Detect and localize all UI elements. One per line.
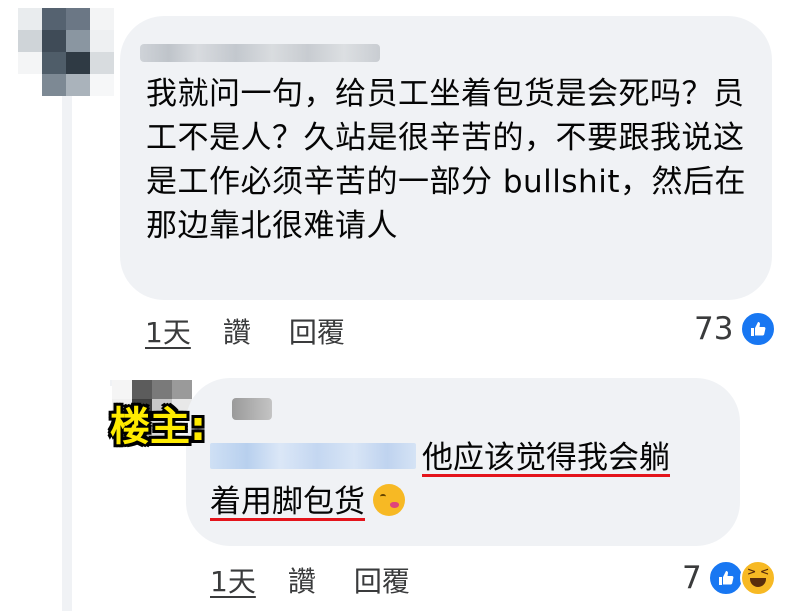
reply-like-button[interactable]: 讚 (288, 560, 316, 600)
comment-text: 我就问一句，给员工坐着包货是会死吗？员工不是人？久站是很辛苦的，不要跟我说这是工… (146, 76, 746, 244)
like-icon[interactable] (708, 560, 744, 596)
reply-text-line2: 着用脚包货 (210, 484, 405, 520)
reaction-count[interactable]: 73 (694, 311, 733, 347)
woozy-face-icon (373, 484, 405, 516)
reply-text-line1: 他应该觉得我会躺 (422, 440, 670, 476)
op-badge: 楼主: (110, 404, 206, 450)
comment-actions: 1天 讚 回覆 (145, 311, 345, 351)
haha-icon[interactable] (740, 560, 776, 596)
reply-timestamp-link[interactable]: 1天 (210, 560, 256, 600)
thread-line (62, 95, 72, 611)
reply-text: 他应该觉得我会躺 着用脚包货 (210, 436, 730, 524)
reply-reaction-count[interactable]: 7 (682, 560, 702, 596)
author-name-blurred[interactable] (140, 44, 380, 62)
reply-reply-button[interactable]: 回覆 (354, 560, 410, 600)
like-button[interactable]: 讚 (223, 311, 251, 351)
timestamp-link[interactable]: 1天 (145, 311, 191, 351)
reply-actions: 1天 讚 回覆 (210, 560, 410, 600)
avatar[interactable] (18, 8, 114, 96)
like-icon[interactable] (740, 311, 776, 347)
reply-author-name-blurred[interactable] (232, 398, 272, 420)
reply-button[interactable]: 回覆 (289, 311, 345, 351)
